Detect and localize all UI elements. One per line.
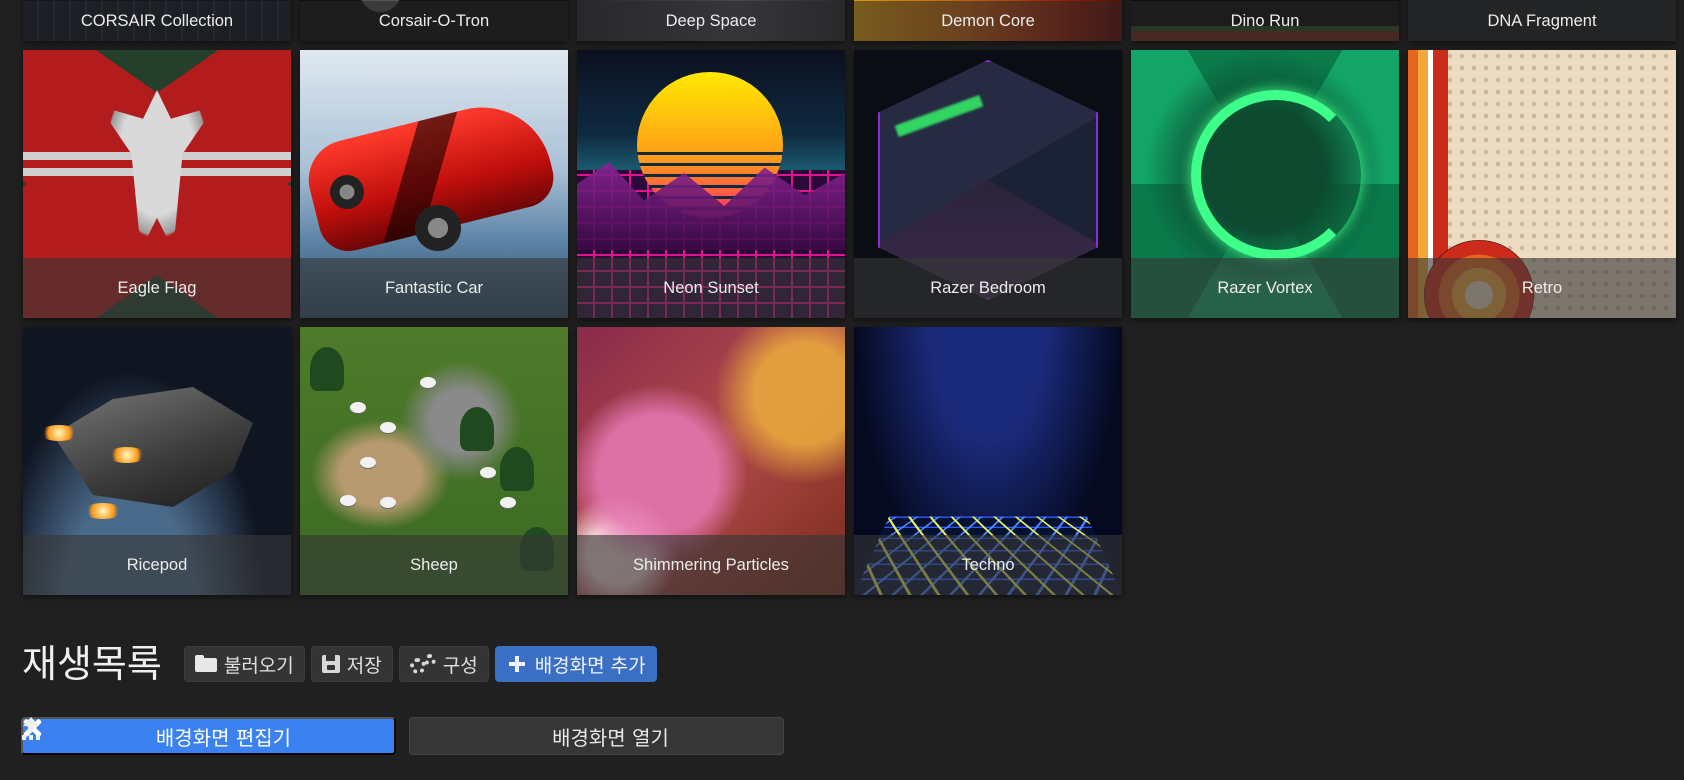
tree xyxy=(460,407,494,451)
tools-icon xyxy=(126,725,148,747)
wallpaper-label: Ricepod xyxy=(23,535,291,595)
playlist-title: 재생목록 xyxy=(22,642,162,686)
wallpaper-tile[interactable]: CORSAIR Collection xyxy=(23,0,291,41)
wallpaper-row-bottom: Ricepod Sheep Shimmering Particles Techn… xyxy=(23,327,1684,595)
wallpaper-tile[interactable]: Deep Space xyxy=(577,0,845,41)
wallpaper-tile[interactable]: Sheep xyxy=(300,327,568,595)
wallpaper-tile[interactable]: Eagle Flag xyxy=(23,50,291,318)
upload-icon xyxy=(524,725,544,747)
engine-flame xyxy=(107,447,147,463)
sheep xyxy=(480,467,496,478)
wallpaper-tile[interactable]: Techno xyxy=(854,327,1122,595)
plus-icon xyxy=(506,654,528,674)
wallpaper-editor-button[interactable]: 배경화면 편집기 xyxy=(21,717,396,755)
wallpaper-tile[interactable]: Shimmering Particles xyxy=(577,327,845,595)
wallpaper-editor-label: 배경화면 편집기 xyxy=(155,725,292,750)
sheep xyxy=(340,495,356,506)
car-wheel xyxy=(330,175,364,209)
cogs-icon xyxy=(409,654,436,674)
sheep xyxy=(380,497,396,508)
load-playlist-button[interactable]: 불러오기 xyxy=(183,646,305,682)
wallpaper-label: DNA Fragment xyxy=(1408,1,1676,41)
save-playlist-label: 저장 xyxy=(346,654,382,677)
floppy-disk-icon xyxy=(321,655,340,673)
wallpaper-row-top: CORSAIR Collection Corsair-O-Tron Deep S… xyxy=(23,0,1684,41)
wallpaper-tile[interactable]: Dino Run xyxy=(1131,0,1399,41)
save-playlist-button[interactable]: 저장 xyxy=(310,646,393,682)
wallpaper-label: Razer Bedroom xyxy=(854,258,1122,318)
wallpaper-tile[interactable]: Ricepod xyxy=(23,327,291,595)
wallpaper-browser: CORSAIR Collection Corsair-O-Tron Deep S… xyxy=(0,0,1684,780)
wallpaper-label: Techno xyxy=(854,535,1122,595)
wallpaper-tile[interactable]: Demon Core xyxy=(854,0,1122,41)
wallpaper-label: Retro xyxy=(1408,258,1676,318)
sheep xyxy=(420,377,436,388)
wallpaper-label: Demon Core xyxy=(854,1,1122,41)
wallpaper-label: CORSAIR Collection xyxy=(23,1,291,41)
tree xyxy=(500,447,534,491)
configure-playlist-button[interactable]: 구성 xyxy=(398,646,489,682)
sheep xyxy=(360,457,376,468)
wallpaper-label: Eagle Flag xyxy=(23,258,291,318)
wallpaper-tile[interactable]: Corsair-O-Tron xyxy=(300,0,568,41)
wallpaper-label: Shimmering Particles xyxy=(577,535,845,595)
wallpaper-tile[interactable]: Retro xyxy=(1408,50,1676,318)
wallpaper-label: Fantastic Car xyxy=(300,258,568,318)
wallpaper-grid: CORSAIR Collection Corsair-O-Tron Deep S… xyxy=(23,0,1684,604)
sheep xyxy=(380,422,396,433)
bottom-actions: 배경화면 편집기 배경화면 열기 xyxy=(21,717,784,755)
sheep xyxy=(500,497,516,508)
car-wheel xyxy=(415,205,461,251)
wallpaper-row-middle: Eagle Flag Fantastic Car Neon Sunset Raz… xyxy=(23,50,1684,318)
wallpaper-tile[interactable]: Fantastic Car xyxy=(300,50,568,318)
razer-logo xyxy=(1191,90,1361,260)
wallpaper-label: Deep Space xyxy=(577,1,845,41)
wallpaper-label: Sheep xyxy=(300,535,568,595)
load-playlist-label: 불러오기 xyxy=(223,654,294,677)
wallpaper-label: Neon Sunset xyxy=(577,258,845,318)
open-wallpaper-label: 배경화면 열기 xyxy=(552,725,669,750)
configure-playlist-label: 구성 xyxy=(442,654,478,677)
add-wallpaper-label: 배경화면 추가 xyxy=(534,654,646,677)
sheep xyxy=(350,402,366,413)
add-wallpaper-button[interactable]: 배경화면 추가 xyxy=(494,646,657,682)
playlist-toolbar: 재생목록 불러오기 저장 구성 배경화면 추가 xyxy=(22,645,657,683)
wallpaper-tile[interactable]: Razer Vortex xyxy=(1131,50,1399,318)
wallpaper-label: Razer Vortex xyxy=(1131,258,1399,318)
engine-flame xyxy=(83,503,123,519)
eagle-emblem xyxy=(99,90,215,250)
wallpaper-tile[interactable]: DNA Fragment xyxy=(1408,0,1676,41)
wallpaper-label: Corsair-O-Tron xyxy=(300,1,568,41)
wallpaper-tile[interactable]: Razer Bedroom xyxy=(854,50,1122,318)
spaceship xyxy=(53,387,253,507)
wallpaper-label: Dino Run xyxy=(1131,1,1399,41)
engine-flame xyxy=(39,425,79,441)
folder-open-icon xyxy=(194,654,217,674)
wallpaper-tile[interactable]: Neon Sunset xyxy=(577,50,845,318)
open-wallpaper-button[interactable]: 배경화면 열기 xyxy=(409,717,784,755)
tree xyxy=(310,347,344,391)
